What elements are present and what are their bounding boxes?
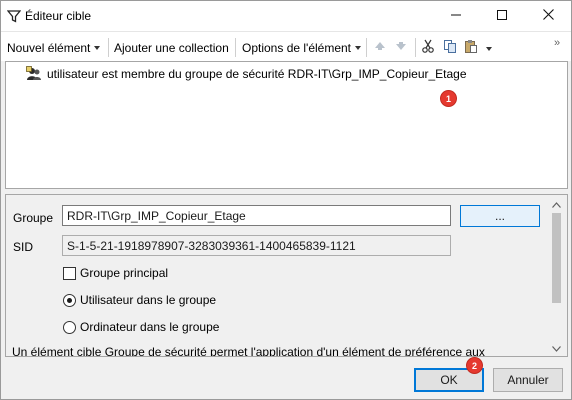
- copy-button[interactable]: [442, 39, 458, 55]
- toolbar-separator: [415, 38, 416, 57]
- toolbar: Nouvel élément Ajouter une collection Op…: [1, 31, 571, 61]
- minimize-icon: [451, 9, 461, 23]
- close-button[interactable]: [525, 1, 571, 31]
- add-collection-button[interactable]: Ajouter une collection: [114, 39, 229, 56]
- group-field[interactable]: RDR-IT\Grp_IMP_Copieur_Etage: [62, 205, 451, 226]
- target-properties-panel: Groupe RDR-IT\Grp_IMP_Copieur_Etage ... …: [5, 194, 568, 357]
- close-icon: [542, 9, 554, 23]
- sid-field[interactable]: S-1-5-21-1918978907-3283039361-140046583…: [62, 235, 451, 256]
- scroll-thumb[interactable]: [552, 213, 561, 303]
- chevron-down-icon: [94, 45, 101, 50]
- arrow-up-icon: [374, 40, 386, 55]
- new-item-button[interactable]: Nouvel élément: [7, 39, 101, 56]
- browse-button[interactable]: ...: [460, 205, 540, 227]
- toolbar-separator: [108, 38, 109, 57]
- primary-group-label: Groupe principal: [80, 266, 169, 280]
- title-bar: Éditeur cible: [1, 1, 571, 31]
- paste-button[interactable]: [463, 39, 479, 55]
- maximize-button[interactable]: [479, 1, 525, 31]
- description-text: Un élément cible Groupe de sécurité perm…: [12, 345, 485, 357]
- scroll-up-button[interactable]: [548, 195, 565, 212]
- cancel-button[interactable]: Annuler: [493, 368, 563, 392]
- paste-icon: [464, 39, 478, 56]
- item-options-button[interactable]: Options de l'élément: [242, 39, 362, 56]
- computer-in-group-label: Ordinateur dans le groupe: [80, 320, 220, 334]
- arrow-down-icon: [395, 40, 407, 55]
- user-in-group-radio[interactable]: [63, 294, 76, 307]
- funnel-icon: [6, 9, 22, 23]
- group-label: Groupe: [13, 211, 54, 225]
- chevron-down-icon[interactable]: [486, 47, 492, 51]
- new-item-label: Nouvel élément: [7, 40, 91, 55]
- sid-label: SID: [13, 240, 34, 254]
- chevron-down-icon: [552, 341, 561, 355]
- computer-in-group-radio[interactable]: [63, 321, 76, 334]
- chevron-up-icon: [552, 197, 561, 211]
- list-item[interactable]: utilisateur est membre du groupe de sécu…: [26, 65, 467, 83]
- maximize-icon: [497, 9, 507, 23]
- move-up-button[interactable]: [372, 39, 388, 55]
- vertical-scrollbar[interactable]: [548, 195, 565, 356]
- user-in-group-label: Utilisateur dans le groupe: [80, 293, 217, 307]
- cut-icon: [421, 39, 435, 56]
- toolbar-separator: [366, 38, 367, 57]
- scroll-down-button[interactable]: [548, 339, 565, 356]
- copy-icon: [443, 39, 457, 56]
- primary-group-checkbox[interactable]: [63, 267, 76, 280]
- toolbar-overflow[interactable]: »: [554, 37, 560, 49]
- toolbar-separator: [235, 38, 236, 57]
- annotation-badge-2: 2: [467, 358, 482, 373]
- list-item-label: utilisateur est membre du groupe de sécu…: [47, 67, 467, 81]
- security-group-icon: [26, 66, 42, 82]
- cut-button[interactable]: [420, 39, 436, 55]
- target-editor-window: Éditeur cible Nouvel élément Ajouter une…: [0, 0, 572, 400]
- annotation-badge-1: 1: [441, 91, 456, 106]
- add-collection-label: Ajouter une collection: [114, 40, 229, 55]
- move-down-button[interactable]: [393, 39, 409, 55]
- window-title: Éditeur cible: [25, 9, 92, 23]
- minimize-button[interactable]: [433, 1, 479, 31]
- chevron-down-icon: [355, 45, 362, 50]
- targets-list[interactable]: utilisateur est membre du groupe de sécu…: [5, 61, 568, 189]
- item-options-label: Options de l'élément: [242, 40, 352, 55]
